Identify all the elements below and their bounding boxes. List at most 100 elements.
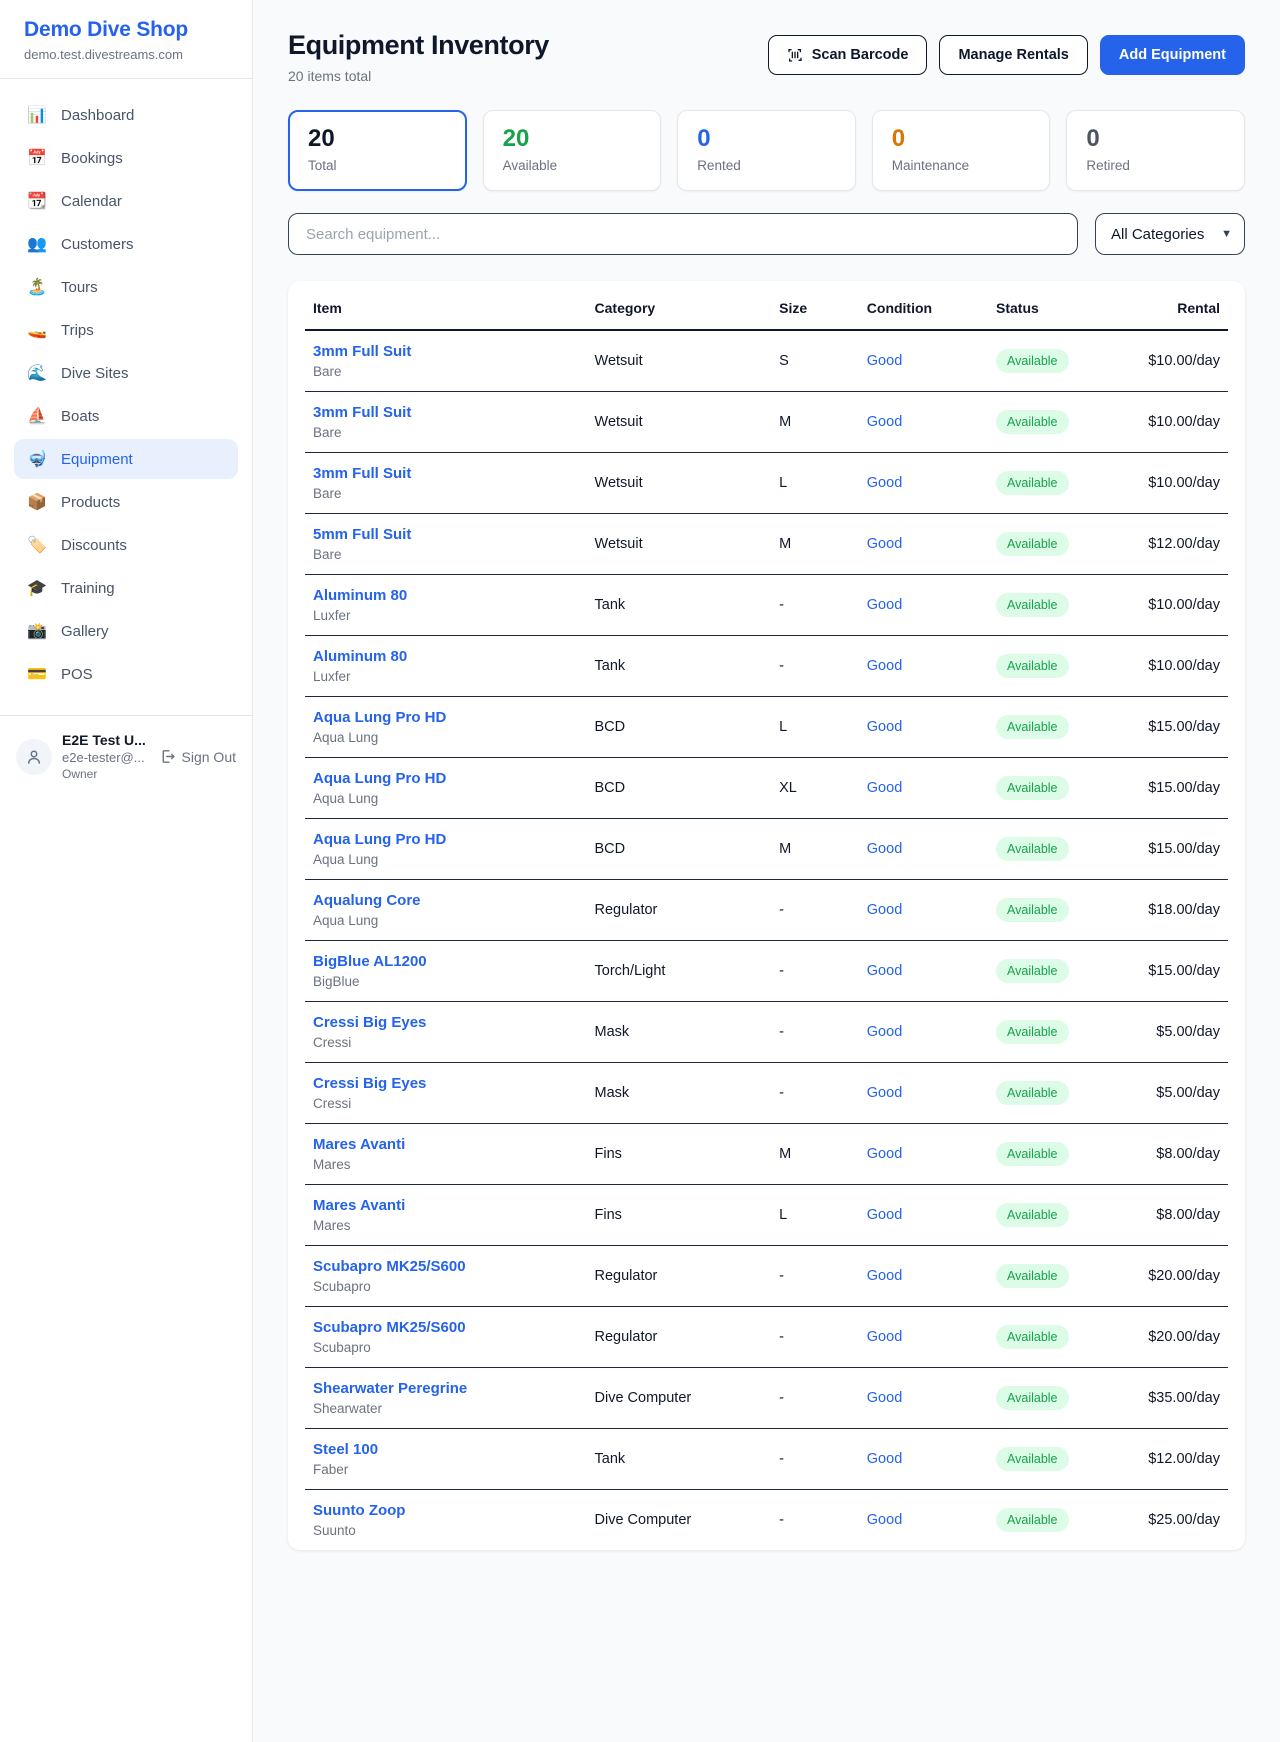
- item-brand: Bare: [313, 486, 579, 501]
- sign-out-button[interactable]: Sign Out: [159, 748, 236, 765]
- item-category: Dive Computer: [587, 1368, 772, 1429]
- item-condition-link[interactable]: Good: [867, 1207, 902, 1223]
- table-row: Aluminum 80 Luxfer Tank - Good Available…: [305, 636, 1228, 697]
- item-size: -: [771, 1368, 859, 1429]
- item-condition-link[interactable]: Good: [867, 719, 902, 735]
- item-condition-link[interactable]: Good: [867, 1268, 902, 1284]
- item-condition-link[interactable]: Good: [867, 1085, 902, 1101]
- item-condition-link[interactable]: Good: [867, 597, 902, 613]
- manage-rentals-button[interactable]: Manage Rentals: [939, 35, 1087, 75]
- item-name-link[interactable]: Aqua Lung Pro HD: [313, 831, 579, 848]
- add-equipment-button[interactable]: Add Equipment: [1100, 35, 1245, 75]
- sidebar-item-discounts[interactable]: 🏷️ Discounts: [14, 525, 238, 565]
- sidebar-item-trips[interactable]: 🚤 Trips: [14, 310, 238, 350]
- table-row: 3mm Full Suit Bare Wetsuit M Good Availa…: [305, 392, 1228, 453]
- item-size: M: [771, 392, 859, 453]
- sailboat-icon: ⛵: [26, 406, 48, 426]
- stat-label: Maintenance: [892, 158, 1031, 173]
- stat-card-available[interactable]: 20 Available: [483, 110, 662, 191]
- item-category: BCD: [587, 758, 772, 819]
- sidebar-item-products[interactable]: 📦 Products: [14, 482, 238, 522]
- item-condition-link[interactable]: Good: [867, 475, 902, 491]
- item-rental: $10.00/day: [1126, 392, 1228, 453]
- sidebar-item-training[interactable]: 🎓 Training: [14, 568, 238, 608]
- stat-card-total[interactable]: 20 Total: [288, 110, 467, 191]
- sidebar-item-bookings[interactable]: 📅 Bookings: [14, 138, 238, 178]
- sidebar-item-boats[interactable]: ⛵ Boats: [14, 396, 238, 436]
- item-condition-link[interactable]: Good: [867, 658, 902, 674]
- item-rental: $8.00/day: [1126, 1185, 1228, 1246]
- item-name-link[interactable]: Aqua Lung Pro HD: [313, 709, 579, 726]
- avatar: [16, 739, 52, 775]
- stat-card-retired[interactable]: 0 Retired: [1066, 110, 1245, 191]
- equipment-table-card: ItemCategorySizeConditionStatusRental 3m…: [288, 281, 1245, 1550]
- item-name-link[interactable]: Scubapro MK25/S600: [313, 1319, 579, 1336]
- stat-card-rented[interactable]: 0 Rented: [677, 110, 856, 191]
- item-condition-link[interactable]: Good: [867, 1512, 902, 1528]
- item-condition-link[interactable]: Good: [867, 1024, 902, 1040]
- item-name-link[interactable]: Scubapro MK25/S600: [313, 1258, 579, 1275]
- filter-row: All Categories ▼: [288, 213, 1245, 255]
- item-condition-link[interactable]: Good: [867, 1329, 902, 1345]
- stat-card-maintenance[interactable]: 0 Maintenance: [872, 110, 1051, 191]
- item-category: Wetsuit: [587, 330, 772, 392]
- sidebar-item-customers[interactable]: 👥 Customers: [14, 224, 238, 264]
- item-rental: $15.00/day: [1126, 697, 1228, 758]
- stat-value: 20: [503, 126, 642, 152]
- item-name-link[interactable]: 3mm Full Suit: [313, 343, 579, 360]
- item-condition-link[interactable]: Good: [867, 1146, 902, 1162]
- column-header-size: Size: [771, 281, 859, 330]
- category-select[interactable]: All Categories ▼: [1095, 213, 1245, 255]
- item-name-link[interactable]: Aluminum 80: [313, 648, 579, 665]
- table-row: Scubapro MK25/S600 Scubapro Regulator - …: [305, 1246, 1228, 1307]
- tag-icon: 🏷️: [26, 535, 48, 555]
- item-condition-link[interactable]: Good: [867, 902, 902, 918]
- item-name-link[interactable]: Mares Avanti: [313, 1197, 579, 1214]
- item-rental: $15.00/day: [1126, 819, 1228, 880]
- sidebar-item-dive-sites[interactable]: 🌊 Dive Sites: [14, 353, 238, 393]
- item-name-link[interactable]: 5mm Full Suit: [313, 526, 579, 543]
- sidebar-item-equipment[interactable]: 🤿 Equipment: [14, 439, 238, 479]
- item-name-link[interactable]: Mares Avanti: [313, 1136, 579, 1153]
- item-condition-link[interactable]: Good: [867, 536, 902, 552]
- item-condition-link[interactable]: Good: [867, 963, 902, 979]
- item-name-link[interactable]: 3mm Full Suit: [313, 404, 579, 421]
- item-name-link[interactable]: Aqualung Core: [313, 892, 579, 909]
- item-size: XL: [771, 758, 859, 819]
- search-input[interactable]: [288, 213, 1078, 255]
- page-title: Equipment Inventory: [288, 30, 549, 61]
- sidebar-item-label: Discounts: [61, 537, 127, 554]
- item-category: Fins: [587, 1124, 772, 1185]
- sidebar-item-pos[interactable]: 💳 POS: [14, 654, 238, 694]
- item-name-link[interactable]: Aqua Lung Pro HD: [313, 770, 579, 787]
- item-condition-link[interactable]: Good: [867, 841, 902, 857]
- item-name-link[interactable]: Aluminum 80: [313, 587, 579, 604]
- sidebar-item-label: Boats: [61, 408, 99, 425]
- item-size: -: [771, 1002, 859, 1063]
- sidebar-item-gallery[interactable]: 📸 Gallery: [14, 611, 238, 651]
- item-name-link[interactable]: 3mm Full Suit: [313, 465, 579, 482]
- item-name-link[interactable]: BigBlue AL1200: [313, 953, 579, 970]
- status-badge: Available: [996, 1081, 1069, 1105]
- item-rental: $35.00/day: [1126, 1368, 1228, 1429]
- stats-row: 20 Total 20 Available 0 Rented 0 Mainten…: [288, 110, 1245, 191]
- item-category: Torch/Light: [587, 941, 772, 1002]
- sidebar-item-calendar[interactable]: 📆 Calendar: [14, 181, 238, 221]
- item-name-link[interactable]: Cressi Big Eyes: [313, 1014, 579, 1031]
- item-name-link[interactable]: Shearwater Peregrine: [313, 1380, 579, 1397]
- user-email: e2e-tester@...: [62, 750, 146, 765]
- item-name-link[interactable]: Steel 100: [313, 1441, 579, 1458]
- item-condition-link[interactable]: Good: [867, 414, 902, 430]
- scan-barcode-button[interactable]: Scan Barcode: [768, 35, 928, 75]
- sidebar-item-dashboard[interactable]: 📊 Dashboard: [14, 95, 238, 135]
- sidebar-item-tours[interactable]: 🏝️ Tours: [14, 267, 238, 307]
- item-condition-link[interactable]: Good: [867, 1451, 902, 1467]
- item-name-link[interactable]: Suunto Zoop: [313, 1502, 579, 1519]
- item-condition-link[interactable]: Good: [867, 353, 902, 369]
- item-name-link[interactable]: Cressi Big Eyes: [313, 1075, 579, 1092]
- item-condition-link[interactable]: Good: [867, 780, 902, 796]
- item-condition-link[interactable]: Good: [867, 1390, 902, 1406]
- scan-barcode-label: Scan Barcode: [812, 47, 909, 63]
- sidebar-item-label: POS: [61, 666, 93, 683]
- item-brand: Mares: [313, 1218, 579, 1233]
